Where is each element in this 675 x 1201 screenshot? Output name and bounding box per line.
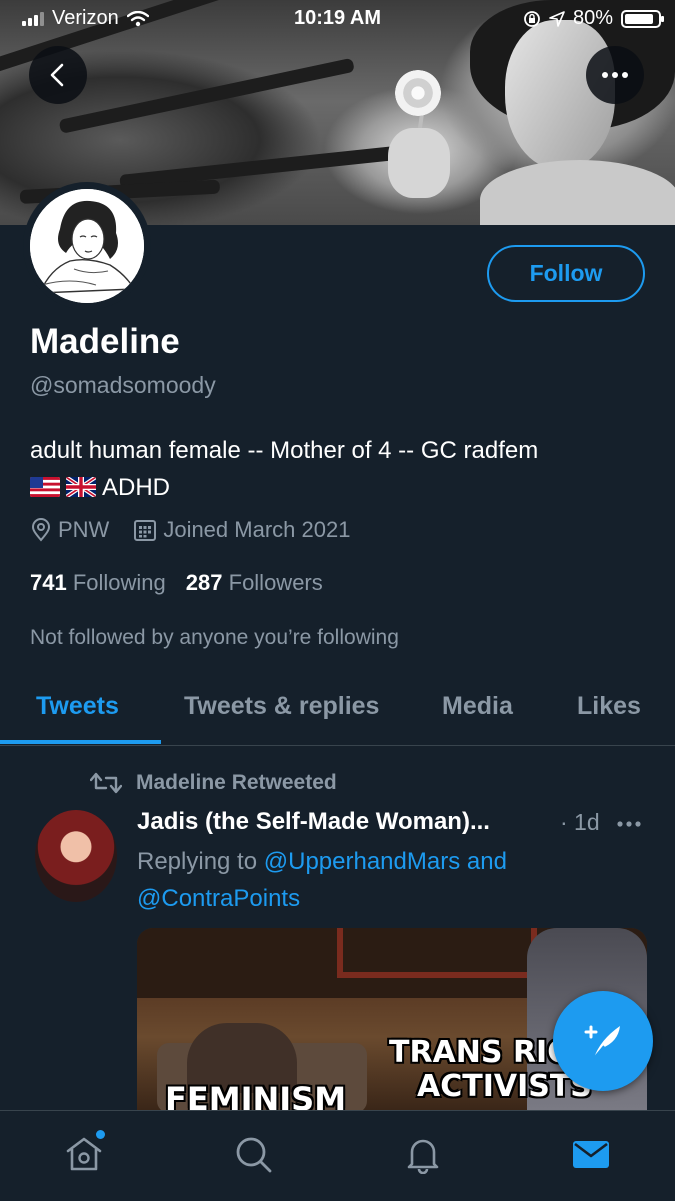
reply-user-link[interactable]: @ContraPoints [137, 885, 300, 912]
profile-meta: PNW Joined March 2021 [30, 517, 374, 543]
tweet-more-button[interactable] [616, 807, 642, 835]
compose-tweet-button[interactable] [553, 991, 653, 1091]
tab-likes[interactable]: Likes [577, 692, 641, 721]
avatar-sketch [30, 189, 144, 303]
profile-joined: Joined March 2021 [163, 517, 351, 542]
tweet-timestamp: · 1d [560, 809, 600, 835]
followers-link[interactable]: 287 Followers [186, 570, 323, 596]
location-arrow-icon [549, 10, 565, 27]
tab-media[interactable]: Media [442, 692, 513, 721]
more-icon [617, 821, 641, 827]
rotation-lock-icon [524, 10, 540, 27]
meme-caption: ACTIVISTS [417, 1069, 592, 1104]
bell-icon [407, 1139, 439, 1174]
mail-icon [573, 1141, 609, 1168]
tweet-author-avatar[interactable] [35, 810, 117, 902]
battery-percent: 80% [572, 7, 613, 29]
replying-to: Replying to @UpperhandMars and @ContraPo… [137, 848, 507, 912]
profile-name: Madeline [30, 322, 180, 361]
profile-bio: adult human female -- Mother of 4 -- GC … [30, 432, 650, 506]
uk-flag-icon [66, 477, 96, 497]
us-flag-icon [30, 477, 60, 497]
profile-tabs: Tweets Tweets & replies Media Likes [0, 675, 675, 746]
more-icon [602, 72, 628, 78]
bio-line-1: adult human female -- Mother of 4 -- GC … [30, 437, 539, 464]
tweet-author-name[interactable]: Jadis (the Self-Made Woman)... [137, 808, 490, 836]
retweet-context[interactable]: Madeline Retweeted [90, 771, 337, 795]
bottom-navigation [0, 1110, 675, 1201]
following-link[interactable]: 741 Following [30, 570, 166, 596]
nav-messages[interactable] [570, 1133, 612, 1175]
tab-tweets[interactable]: Tweets [36, 692, 119, 721]
nav-notifications[interactable] [402, 1133, 444, 1175]
status-bar: Verizon 10:19 AM 80% [0, 0, 675, 36]
reply-user-link[interactable]: @UpperhandMars [264, 848, 460, 875]
not-followed-notice: Not followed by anyone you’re following [30, 626, 399, 649]
new-content-indicator [96, 1130, 105, 1139]
follow-counts: 741 Following 287 Followers [30, 570, 323, 596]
search-icon [236, 1137, 272, 1173]
follow-button[interactable]: Follow [487, 245, 645, 302]
calendar-icon [134, 520, 157, 541]
location-pin-icon [31, 518, 51, 542]
retweet-icon [90, 772, 122, 794]
tab-tweets-replies[interactable]: Tweets & replies [184, 692, 379, 721]
meme-caption: FEMINISM [165, 1080, 347, 1110]
profile-avatar[interactable] [23, 182, 151, 310]
back-button[interactable] [29, 46, 87, 104]
active-tab-indicator [0, 740, 161, 744]
profile-location: PNW [58, 517, 110, 542]
back-arrow-icon [50, 63, 64, 87]
nav-home[interactable] [63, 1133, 105, 1175]
nav-search[interactable] [232, 1133, 274, 1175]
battery-icon [621, 9, 664, 28]
profile-handle: @somadsomoody [30, 372, 216, 398]
more-options-button[interactable] [586, 46, 644, 104]
bio-line-2: ADHD [30, 469, 650, 506]
compose-tweet-icon [584, 1025, 620, 1059]
home-icon [66, 1137, 102, 1171]
